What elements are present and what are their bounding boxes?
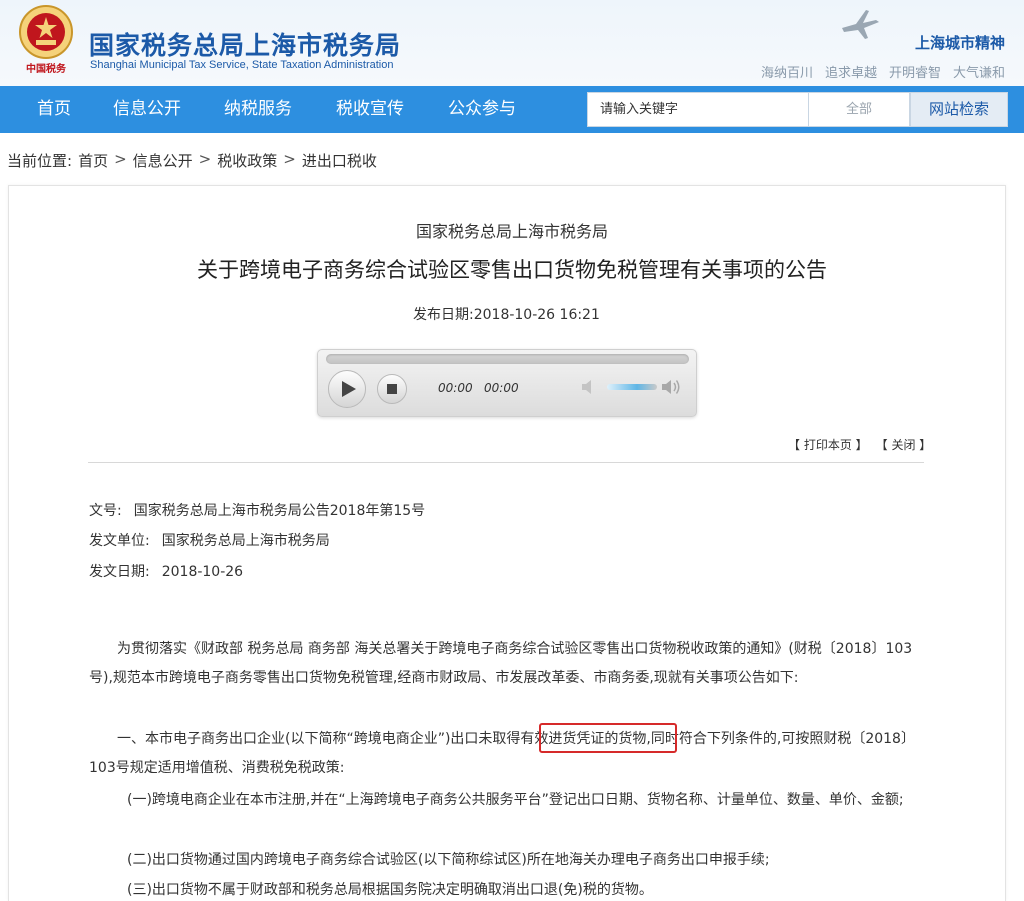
spirit-word: 追求卓越 [824, 66, 877, 81]
print-link[interactable]: 【 打印本页 】 [788, 436, 868, 453]
audio-progress-bar[interactable] [326, 354, 689, 364]
body-paragraph: 一、本市电子商务出口企业(以下简称“跨境电商企业”)出口未取得有效进货凭证的货物… [89, 731, 915, 776]
stop-icon [387, 384, 397, 394]
nav-item-info[interactable]: 信息公开 [113, 86, 181, 133]
search-button[interactable]: 网站检索 [910, 92, 1008, 127]
nav-item-service[interactable]: 纳税服务 [224, 86, 292, 133]
emblem-caption: 中国税务 [26, 64, 66, 75]
article-org: 国家税务总局上海市税务局 [415, 222, 608, 241]
spirit-word: 大气谦和 [952, 66, 1005, 81]
doc-number-value: 国家税务总局上海市税务局公告2018年第15号 [133, 503, 426, 519]
volume-slider[interactable] [607, 384, 657, 390]
tax-emblem-icon [19, 5, 73, 59]
publish-date: 发布日期:2018-10-26 16:21 [413, 304, 600, 324]
breadcrumb: 当前位置: 首页 > 信息公开 > 税收政策 > 进出口税收 [7, 150, 377, 171]
site-header: 中国税务 国家税务总局上海市税务局 Shanghai Municipal Tax… [0, 0, 1024, 86]
article-title: 关于跨境电子商务综合试验区零售出口货物免税管理有关事项的公告 [197, 258, 827, 282]
publish-date-value: 2018-10-26 16:21 [473, 307, 600, 323]
breadcrumb-separator: > [283, 150, 296, 168]
current-time: 00:00 [438, 381, 473, 395]
stop-button[interactable] [377, 374, 407, 404]
breadcrumb-separator: > [198, 150, 212, 168]
body-paragraph: 为贯彻落实《财政部 税务总局 商务部 海关总署关于跨境电子商务综合试验区零售出口… [89, 641, 913, 686]
doc-number-label: 文号: [89, 503, 122, 519]
issue-date-value: 2018-10-26 [161, 564, 244, 580]
mute-icon[interactable] [580, 378, 598, 396]
issuing-unit-label: 发文单位: [89, 533, 150, 549]
breadcrumb-item-home[interactable]: 首页 [78, 150, 108, 171]
total-time: 00:00 [484, 381, 519, 395]
nav-item-participation[interactable]: 公众参与 [448, 86, 516, 133]
body-paragraph: (二)出口货物通过国内跨境电子商务综合试验区(以下简称综试区)所在地海关办理电子… [127, 852, 770, 868]
issue-date: 发文日期: 2018-10-26 [89, 561, 243, 581]
close-link[interactable]: 【 关闭 】 [876, 436, 932, 453]
volume-max-icon[interactable] [660, 377, 682, 397]
divider [88, 462, 924, 463]
breadcrumb-item-policy[interactable]: 税收政策 [217, 150, 277, 171]
article-actions: 【 打印本页 】 【 关闭 】 [788, 436, 931, 453]
issue-date-label: 发文日期: [89, 564, 150, 580]
city-spirit-words: 海纳百川 追求卓越 开明睿智 大气谦和 [761, 62, 1005, 81]
site-subtitle: Shanghai Municipal Tax Service, State Ta… [90, 59, 394, 71]
breadcrumb-item-import-export[interactable]: 进出口税收 [302, 150, 377, 171]
search-scope-select[interactable]: 全部 [809, 92, 910, 127]
spirit-word: 开明睿智 [888, 66, 941, 81]
nav-item-home[interactable]: 首页 [37, 86, 71, 133]
breadcrumb-item-info[interactable]: 信息公开 [133, 150, 193, 171]
site-title[interactable]: 国家税务总局上海市税务局 [89, 26, 401, 62]
issuing-unit: 发文单位: 国家税务总局上海市税务局 [89, 530, 330, 550]
breadcrumb-separator: > [114, 150, 127, 168]
publish-date-label: 发布日期: [413, 307, 474, 323]
body-paragraph: (一)跨境电商企业在本市注册,并在“上海跨境电子商务公共服务平台”登记出口日期、… [127, 792, 904, 808]
doc-number: 文号: 国家税务总局上海市税务局公告2018年第15号 [89, 500, 425, 520]
play-icon [342, 381, 356, 397]
nav-item-publicity[interactable]: 税收宣传 [336, 86, 404, 133]
breadcrumb-label: 当前位置: [7, 152, 73, 170]
highlight-annotation [539, 723, 677, 753]
airplane-icon [842, 10, 879, 39]
spirit-word: 海纳百川 [760, 66, 813, 81]
search-input[interactable]: 请输入关键字 [587, 92, 809, 127]
body-paragraph: (三)出口货物不属于财政部和税务总局根据国务院决定明确取消出口退(免)税的货物。 [127, 882, 653, 898]
play-button[interactable] [328, 370, 366, 408]
city-spirit-title: 上海城市精神 [914, 34, 1005, 52]
issuing-unit-value: 国家税务总局上海市税务局 [161, 533, 330, 549]
